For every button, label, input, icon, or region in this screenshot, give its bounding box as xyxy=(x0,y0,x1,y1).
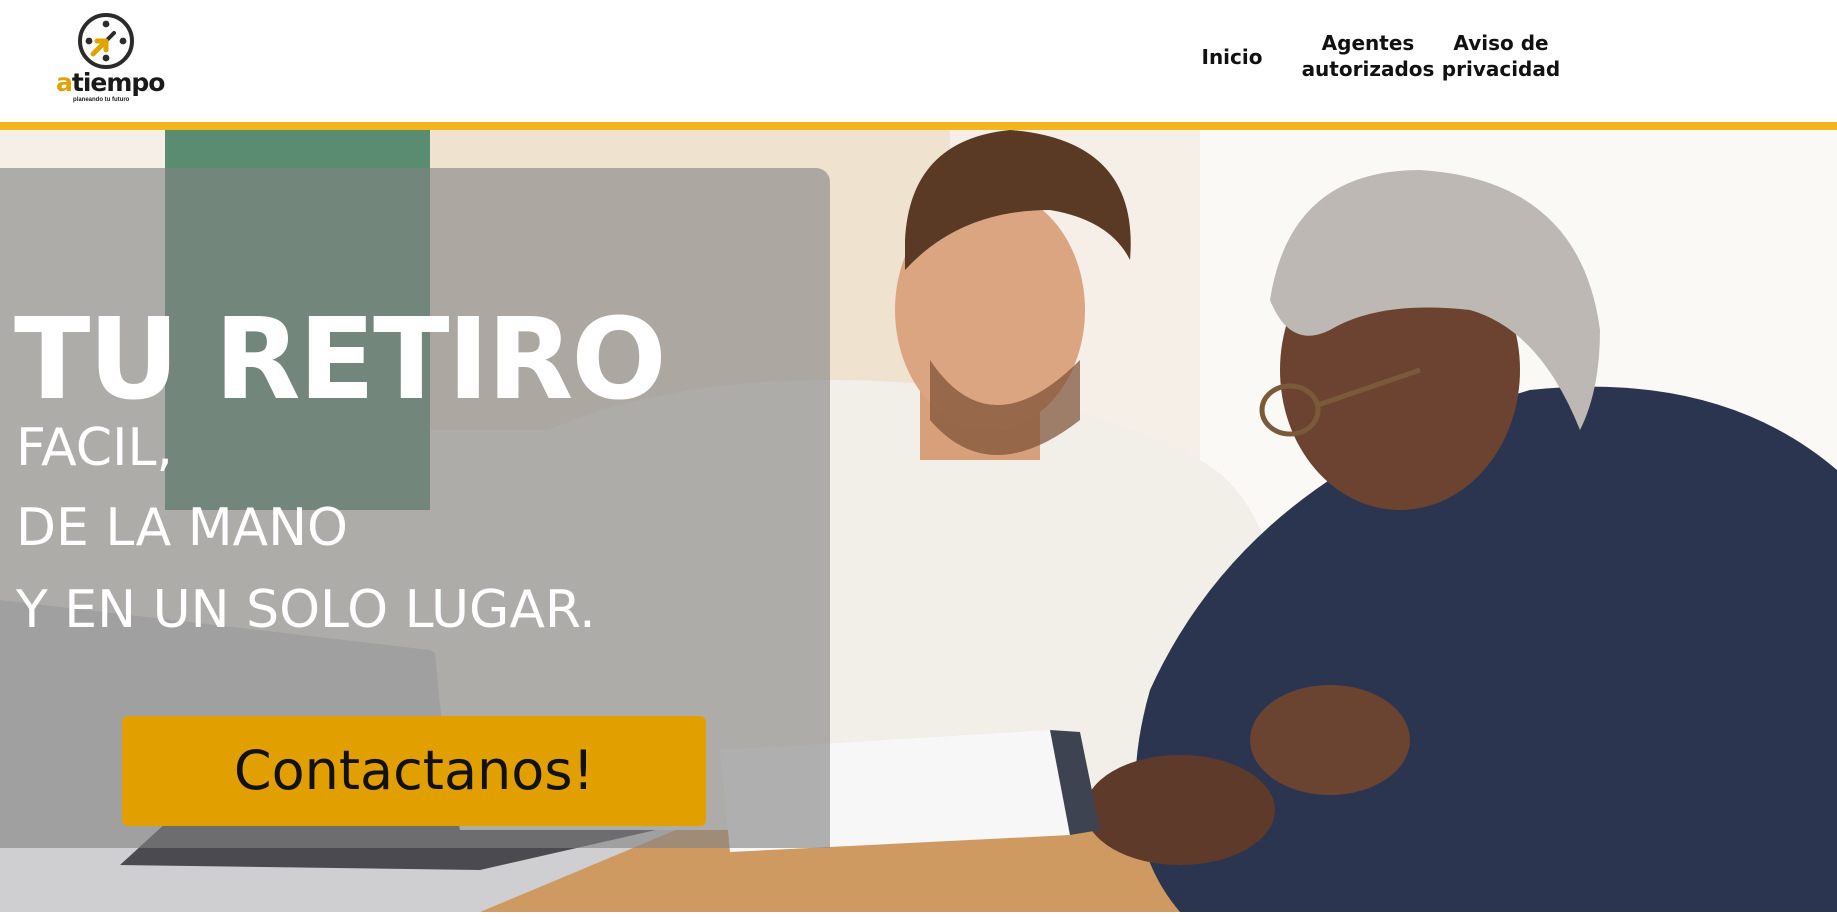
brand-logo[interactable]: atiempo planeando tu futuro xyxy=(56,12,165,103)
nav-item-aviso-de-privacidad[interactable]: Aviso de privacidad xyxy=(1440,30,1562,86)
hero-banner: TU RETIRO FACIL, DE LA MANO Y EN UN SOLO… xyxy=(0,130,1837,912)
brand-wordmark: atiempo xyxy=(56,68,166,97)
nav-item-label: Inicio xyxy=(1201,45,1263,69)
site-header: atiempo planeando tu futuro Inicio Agent… xyxy=(0,0,1837,122)
hero-subline: Y EN UN SOLO LUGAR. xyxy=(16,580,596,640)
nav-item-agentes-autorizados[interactable]: Agentes autorizados xyxy=(1300,30,1436,86)
nav-item-label: Agentes xyxy=(1321,31,1415,55)
contact-button[interactable]: Contactanos! xyxy=(122,716,706,826)
header-divider xyxy=(0,122,1837,130)
brand-wordmark-a: a xyxy=(56,68,73,97)
hero-headline: TU RETIRO xyxy=(14,295,667,425)
hero-overlay-panel: TU RETIRO FACIL, DE LA MANO Y EN UN SOLO… xyxy=(0,168,830,848)
nav-item-label: privacidad xyxy=(1441,57,1561,81)
hero-subline: FACIL, xyxy=(16,418,173,478)
brand-tagline: planeando tu futuro xyxy=(73,97,130,103)
nav-item-label: Aviso de xyxy=(1453,31,1549,55)
clock-arrow-icon xyxy=(78,13,134,69)
nav-item-label: autorizados xyxy=(1301,57,1435,81)
brand-wordmark-rest: tiempo xyxy=(71,68,166,97)
hero-subline: DE LA MANO xyxy=(16,498,348,558)
nav-item-inicio[interactable]: Inicio xyxy=(1198,44,1266,100)
